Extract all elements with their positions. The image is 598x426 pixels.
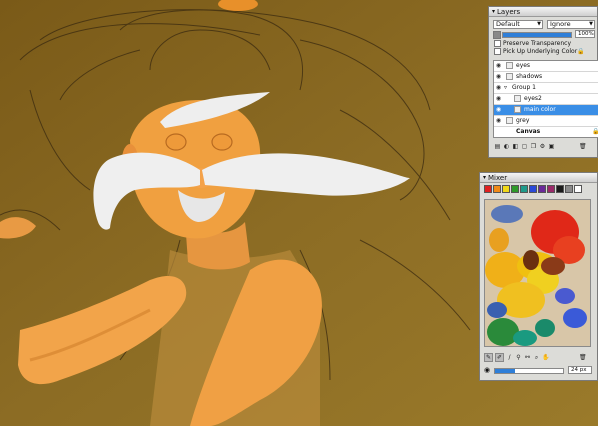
layer-thumbnail xyxy=(514,95,521,102)
adjust-icon[interactable]: ⚙ xyxy=(539,143,546,150)
opacity-value: 100% xyxy=(578,31,594,37)
layer-name: eyes2 xyxy=(524,95,542,102)
layer-thumbnail xyxy=(506,117,513,124)
brush-size-field[interactable]: 24 px xyxy=(568,366,592,374)
layer-row[interactable]: ◉ shadows xyxy=(494,72,598,83)
eye-icon[interactable]: ◉ xyxy=(495,117,502,124)
layers-panel-title: Layers xyxy=(497,7,521,16)
layer-commands-icon[interactable]: ▤ xyxy=(494,143,501,150)
color-swatch[interactable] xyxy=(493,185,501,193)
layers-toolbar: ▤ ◐ ◧ ▢ ❐ ⚙ ▣ 🗑 xyxy=(494,143,587,150)
brush-size-value: 24 px xyxy=(571,367,587,373)
trash-icon[interactable]: 🗑 xyxy=(579,143,587,150)
mixer-paint xyxy=(485,200,590,346)
layer-row-selected[interactable]: ◉ main color xyxy=(494,105,598,116)
dynamic-plugins-icon[interactable]: ◐ xyxy=(503,143,510,150)
pick-up-underlying-option[interactable]: Pick Up Underlying Color xyxy=(494,48,577,56)
eye-icon[interactable]: ◉ xyxy=(495,95,502,102)
brush-size-icon: ◉ xyxy=(484,366,491,374)
mask-icon[interactable]: ◧ xyxy=(512,143,519,150)
mixer-panel: ▾ Mixer ✎ ✐ / ⚲ ⚯ ⌕ ✋ 🗑 ◉ 24 px xyxy=(479,172,598,381)
color-swatch[interactable] xyxy=(484,185,492,193)
collapse-triangle-icon[interactable]: ▾ xyxy=(492,8,495,15)
color-swatch[interactable] xyxy=(511,185,519,193)
color-swatch[interactable] xyxy=(520,185,528,193)
color-swatch[interactable] xyxy=(502,185,510,193)
layer-name: grey xyxy=(516,117,530,124)
eye-icon[interactable]: ◉ xyxy=(495,62,502,69)
opacity-slider[interactable] xyxy=(502,32,572,38)
opacity-slider-fill xyxy=(503,33,571,37)
eye-icon[interactable]: ◉ xyxy=(495,73,502,80)
collapse-triangle-icon[interactable]: ▾ xyxy=(483,174,486,181)
pick-up-underlying-label: Pick Up Underlying Color xyxy=(503,48,578,55)
mixer-panel-titlebar[interactable]: ▾ Mixer xyxy=(480,173,597,183)
layer-name: main color xyxy=(524,106,556,113)
color-swatch[interactable] xyxy=(538,185,546,193)
chevron-down-icon: ▼ xyxy=(589,21,593,27)
eyedropper-icon[interactable]: ⚲ xyxy=(515,354,522,361)
composite-depth-select[interactable]: Ignore ▼ xyxy=(547,20,595,29)
layer-name: Canvas xyxy=(516,128,541,135)
layer-row[interactable]: ◉ eyes2 xyxy=(494,94,598,105)
new-group-icon[interactable]: ❐ xyxy=(530,143,537,150)
sample-multiple-icon[interactable]: ⚯ xyxy=(524,354,531,361)
lock-icon: 🔒 xyxy=(592,128,598,135)
color-swatch[interactable] xyxy=(547,185,555,193)
eye-icon[interactable]: ◉ xyxy=(495,106,502,113)
trash-icon[interactable]: 🗑 xyxy=(579,354,587,361)
opacity-value-field[interactable]: 100% xyxy=(575,30,595,38)
pick-up-underlying-checkbox[interactable] xyxy=(494,48,501,55)
brush-size-slider[interactable] xyxy=(494,368,564,374)
zoom-icon[interactable]: ⌕ xyxy=(533,354,540,361)
layer-row[interactable]: ◉ grey xyxy=(494,116,598,127)
eye-icon[interactable]: ◉ xyxy=(495,84,502,91)
mixer-panel-title: Mixer xyxy=(488,173,508,182)
preserve-transparency-checkbox[interactable] xyxy=(494,40,501,47)
layers-panel-titlebar[interactable]: ▾ Layers xyxy=(489,7,597,17)
dirty-brush-icon[interactable]: ✎ xyxy=(484,353,493,362)
layer-row[interactable]: ◉ ▿ Group 1 xyxy=(494,83,598,94)
color-swatch[interactable] xyxy=(565,185,573,193)
preserve-transparency-label: Preserve Transparency xyxy=(503,40,571,47)
composite-method-value: Default xyxy=(496,20,520,28)
color-swatch[interactable] xyxy=(529,185,537,193)
color-swatch[interactable] xyxy=(574,185,582,193)
brush-size-slider-fill xyxy=(495,369,516,373)
layer-name: Group 1 xyxy=(512,84,536,91)
color-swatch[interactable] xyxy=(556,185,564,193)
group-expand-icon[interactable]: ▿ xyxy=(504,84,510,91)
composite-depth-value: Ignore xyxy=(550,20,571,28)
layer-thumbnail xyxy=(506,73,513,80)
layer-thumbnail xyxy=(514,106,521,113)
preserve-transparency-option[interactable]: Preserve Transparency xyxy=(494,40,571,48)
pan-hand-icon[interactable]: ✋ xyxy=(542,354,549,361)
layers-list: ◉ eyes ◉ shadows ◉ ▿ Group 1 ◉ eyes2 ◉ m… xyxy=(493,60,598,138)
lock-icon: 🔒 xyxy=(577,48,585,55)
mixer-swatches xyxy=(484,185,582,193)
new-layer-icon[interactable]: ▢ xyxy=(521,143,528,150)
layer-thumbnail xyxy=(506,62,513,69)
composite-method-select[interactable]: Default ▼ xyxy=(493,20,543,29)
mix-color-icon[interactable]: / xyxy=(506,354,513,361)
apply-color-icon[interactable]: ✐ xyxy=(495,353,504,362)
merge-icon[interactable]: ▣ xyxy=(548,143,555,150)
layer-name: shadows xyxy=(516,73,543,80)
chevron-down-icon: ▼ xyxy=(537,21,541,27)
layer-row[interactable]: ◉ eyes xyxy=(494,61,598,72)
layer-name: eyes xyxy=(516,62,531,69)
mixer-pad[interactable] xyxy=(484,199,591,347)
mixer-toolbar: ✎ ✐ / ⚲ ⚯ ⌕ ✋ 🗑 xyxy=(484,353,587,362)
layer-row[interactable]: Canvas 🔒 xyxy=(494,127,598,137)
layers-panel: ▾ Layers Default ▼ Ignore ▼ 100% Preserv… xyxy=(488,6,598,158)
